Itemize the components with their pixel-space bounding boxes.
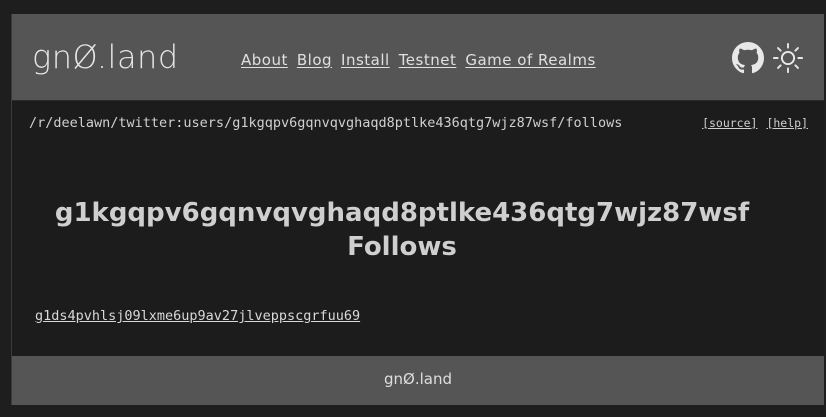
nav-install[interactable]: Install bbox=[341, 51, 390, 69]
site-footer: gnØ.land bbox=[12, 356, 824, 405]
path-bar: /r/deelawn/twitter:users/g1kgqpv6gqnvqvg… bbox=[12, 100, 824, 143]
nav-about[interactable]: About bbox=[241, 51, 288, 69]
help-link[interactable]: [help] bbox=[766, 116, 808, 130]
nav-testnet[interactable]: Testnet bbox=[399, 51, 457, 69]
site-header: gnØ.land About Blog Install Testnet Game… bbox=[12, 14, 824, 100]
header-icons bbox=[732, 42, 804, 74]
nav-blog[interactable]: Blog bbox=[297, 51, 332, 69]
page-title-follows: Follows bbox=[347, 232, 457, 262]
site-logo[interactable]: gnØ.land bbox=[32, 38, 179, 76]
github-icon[interactable] bbox=[732, 42, 764, 74]
page-title: g1kgqpv6gqnvqvghaqd8ptlke436qtg7wjz87wsf… bbox=[0, 196, 815, 264]
realm-path: /r/deelawn/twitter:users/g1kgqpv6gqnvqvg… bbox=[29, 115, 623, 131]
follow-address-link[interactable]: g1ds4pvhlsj09lxme6up9av27jlveppscgrfuu69 bbox=[35, 308, 360, 324]
path-links: [source] [help] bbox=[702, 116, 808, 130]
sun-icon[interactable] bbox=[772, 42, 804, 74]
source-link[interactable]: [source] bbox=[702, 116, 757, 130]
main-nav: About Blog Install Testnet Game of Realm… bbox=[241, 51, 596, 69]
page-title-address: g1kgqpv6gqnvqvghaqd8ptlke436qtg7wjz87wsf bbox=[54, 198, 750, 228]
nav-game-of-realms[interactable]: Game of Realms bbox=[465, 51, 595, 69]
footer-logo: gnØ.land bbox=[384, 370, 452, 388]
